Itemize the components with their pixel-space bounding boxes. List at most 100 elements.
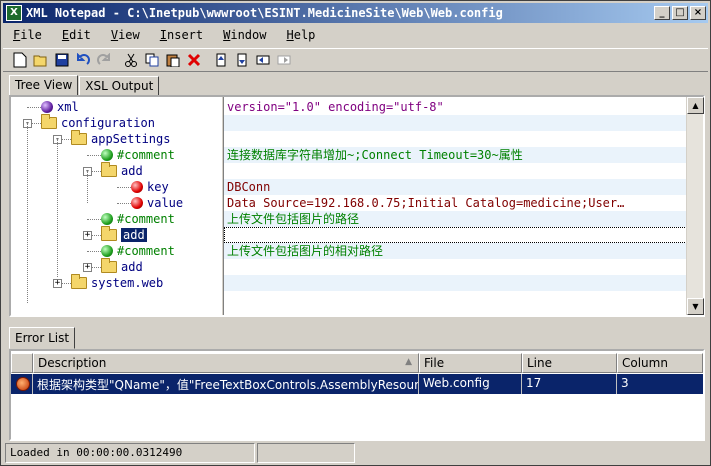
green-ball-icon [101,149,113,161]
value-cell[interactable] [224,163,687,179]
folder-icon [41,114,57,129]
tree-node-label: #comment [117,148,175,162]
scroll-down-arrow-icon[interactable]: ▼ [687,298,704,315]
expand-icon[interactable]: + [53,279,62,288]
menu-bar: File Edit View Insert Window Help [3,26,325,46]
view-tabs: Tree View XSL Output [9,74,160,97]
red-ball-icon [131,181,143,193]
sort-ascending-icon: ▲ [405,357,412,367]
value-cell[interactable]: Data Source=192.168.0.75;Initial Catalog… [224,195,687,211]
tree-node-label: #comment [117,244,175,258]
tree-view-panel: xml configuration - appSettings - #comment add… [9,95,705,317]
tree-node-label: configuration [61,116,155,130]
redo-icon[interactable] [93,50,114,70]
title-bar[interactable]: X XML Notepad - C:\Inetpub\wwwroot\ESINT… [3,3,708,23]
tree-node[interactable]: xml [41,99,79,115]
tree-node[interactable]: add [101,258,143,275]
tree-node[interactable]: #comment [101,243,175,259]
value-cell[interactable]: DBConn [224,179,687,195]
value-cell[interactable] [224,227,687,243]
tree-node[interactable]: key [131,179,169,195]
value-cell[interactable]: 上传文件包括图片的路径 [224,211,687,227]
menu-view[interactable]: View [101,26,150,46]
menu-help[interactable]: Help [276,26,325,46]
minimize-button[interactable]: _ [654,6,670,20]
value-cell[interactable] [224,275,687,291]
column-header-line[interactable]: Line [522,353,617,373]
error-description: 根据架构类型"QName"，值"FreeTextBoxControls.Asse… [33,374,419,394]
open-icon[interactable] [30,50,51,70]
tree-node[interactable]: #comment [101,147,175,163]
value-cell[interactable]: 连接数据库字符串增加~;Connect Timeout=30~属性 [224,147,687,163]
value-cell[interactable]: version="1.0" encoding="utf-8" [224,99,687,115]
error-file: Web.config [419,374,522,394]
column-header-file[interactable]: File [419,353,522,373]
value-cell[interactable] [224,115,687,131]
folder-icon [71,274,87,289]
error-column: 3 [621,376,629,390]
expand-icon[interactable]: + [83,231,92,240]
menu-file[interactable]: File [3,26,52,46]
nudge-up-icon[interactable] [210,50,231,70]
scroll-up-arrow-icon[interactable]: ▲ [687,97,704,114]
green-ball-icon [101,245,113,257]
node-values-pane[interactable]: version="1.0" encoding="utf-8" 连接数据库字符串增加… [224,97,687,315]
save-icon[interactable] [51,50,72,70]
paste-icon[interactable] [162,50,183,70]
table-row[interactable]: 根据架构类型"QName"，值"FreeTextBoxControls.Asse… [11,374,703,394]
error-line: 17 [522,374,617,394]
tree-node[interactable]: appSettings [71,130,171,147]
value-cell[interactable] [224,131,687,147]
tree-node-label: add [121,164,143,178]
nudge-down-icon[interactable] [231,50,252,70]
window-title: XML Notepad - C:\Inetpub\wwwroot\ESINT.M… [26,6,503,20]
maximize-button[interactable]: □ [672,6,688,20]
tab-xsl-output[interactable]: XSL Output [79,76,160,96]
status-bar: Loaded in 00:00:00.0312490 [5,443,708,463]
purple-ball-icon [41,101,53,113]
menu-insert[interactable]: Insert [150,26,213,46]
tree-node-label: appSettings [91,132,171,146]
tree-node-label: system.web [91,276,164,290]
value-cell[interactable]: 上传文件包括图片的相对路径 [224,243,687,259]
tree-node[interactable]: system.web [71,274,164,291]
menu-edit[interactable]: Edit [52,26,101,46]
cut-icon[interactable] [120,50,141,70]
undo-icon[interactable] [72,50,93,70]
tab-error-list[interactable]: Error List [9,327,76,349]
vertical-scrollbar[interactable]: ▲ ▼ [686,97,704,315]
row-header [11,353,33,373]
tab-tree-view[interactable]: Tree View [9,75,79,97]
tree-node-label: xml [57,100,79,114]
close-button[interactable]: × [690,6,706,20]
copy-icon[interactable] [141,50,162,70]
tree-node-label: #comment [117,212,175,226]
expand-icon[interactable]: + [83,263,92,272]
column-header-column[interactable]: Column [617,353,703,373]
error-grid-header: Description ▲ File Line Column [11,353,703,373]
tree-node-label: add [121,228,147,242]
delete-icon[interactable] [183,50,204,70]
toolbar [3,48,708,72]
folder-icon [71,130,87,145]
tree-node[interactable]: value [131,195,183,211]
nudge-left-icon[interactable] [252,50,273,70]
green-ball-icon [101,213,113,225]
tree-node[interactable]: configuration [41,114,155,131]
tree-node[interactable]: #comment [101,211,175,227]
xml-tree[interactable]: xml configuration - appSettings - #comment add… [11,97,221,315]
menu-window[interactable]: Window [213,26,276,46]
new-icon[interactable] [9,50,30,70]
status-text: Loaded in 00:00:00.0312490 [5,443,255,463]
folder-icon [101,258,117,273]
column-header-description[interactable]: Description ▲ [33,353,419,373]
tree-node[interactable]: add [101,226,147,243]
folder-icon [101,226,117,241]
xml-notepad-app-icon: X [6,5,22,21]
tree-node[interactable]: add [101,162,143,179]
error-list-panel: Description ▲ File Line Column 根据架构类型"QNa… [9,349,705,441]
app-window: X XML Notepad - C:\Inetpub\wwwroot\ESINT… [0,0,711,466]
value-cell[interactable] [224,259,687,275]
tree-node-label: key [147,180,169,194]
nudge-right-icon[interactable] [273,50,294,70]
